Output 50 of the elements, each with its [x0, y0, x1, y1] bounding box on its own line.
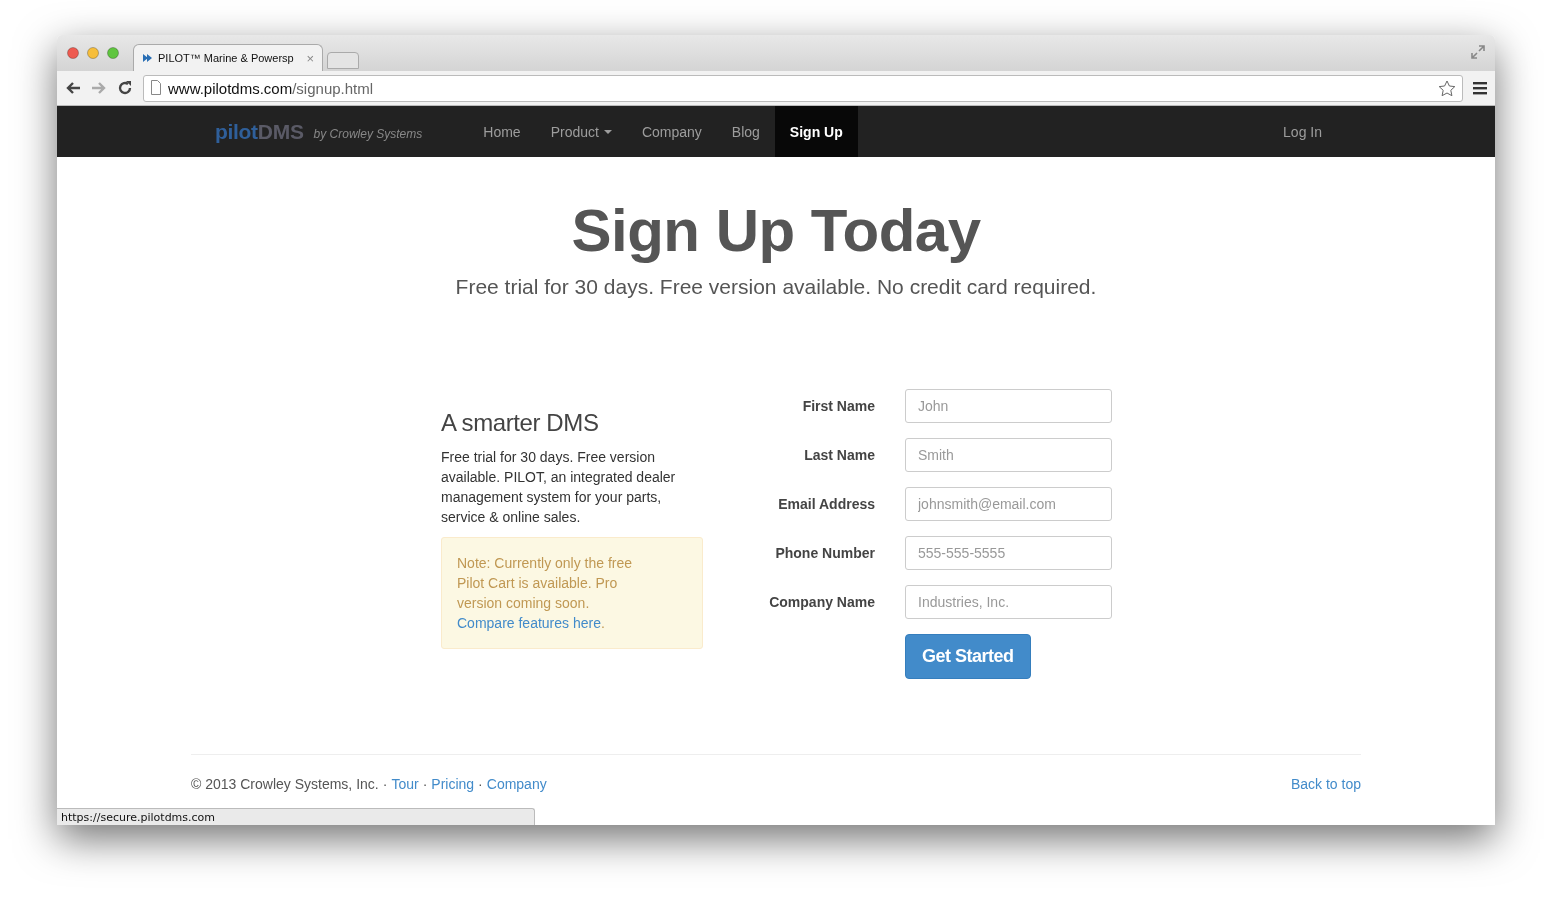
field-label: First Name: [801, 398, 875, 414]
copyright-text: © 2013 Crowley Systems, Inc.: [191, 776, 379, 792]
input-field[interactable]: John: [905, 389, 1112, 423]
menu-icon[interactable]: [1473, 81, 1487, 95]
arrow-logo-icon: [142, 52, 153, 64]
nav-link[interactable]: Company: [626, 106, 717, 157]
minimize-window-button[interactable]: [87, 47, 99, 59]
star-icon[interactable]: [1438, 79, 1456, 97]
input-field[interactable]: Smith: [905, 438, 1112, 472]
tab-close-button[interactable]: ×: [306, 50, 314, 66]
input-field[interactable]: johnsmith@email.com: [905, 487, 1112, 521]
note-text: Note: Currently only the free Pilot Cart is available. Pro version coming soon. Compare features here.: [457, 554, 634, 633]
compare-features-link[interactable]: Compare features here: [457, 615, 601, 631]
separator-dot: ·: [478, 776, 483, 792]
fullscreen-icon[interactable]: [1471, 45, 1485, 59]
new-tab-button[interactable]: [327, 52, 359, 69]
page-title: Sign Up Today: [570, 196, 982, 266]
tab-title: PILOT™ Marine & Powersp: [158, 52, 295, 64]
field-label: Last Name: [803, 447, 875, 463]
footer-link[interactable]: Tour: [391, 776, 419, 792]
logo-tagline: by Crowley Systems: [313, 126, 423, 141]
close-window-button[interactable]: [67, 47, 79, 59]
nav-link[interactable]: Blog: [716, 106, 775, 157]
page-subtitle: Free trial for 30 days. Free version available. No credit card required.: [454, 275, 1098, 299]
page-icon: [150, 80, 162, 96]
input-field[interactable]: Industries, Inc.: [905, 585, 1112, 619]
address-bar[interactable]: www.pilotdms.com/signup.html: [143, 74, 1463, 102]
nav-link[interactable]: Product: [535, 106, 627, 157]
field-label: Company Name: [768, 594, 875, 610]
separator-dot: ·: [422, 776, 428, 792]
input-field[interactable]: 555-555-5555: [905, 536, 1112, 570]
back-arrow-icon[interactable]: [65, 80, 81, 96]
footer-link[interactable]: Company: [486, 776, 547, 792]
intro-paragraph: Free trial for 30 days. Free version available. PILOT, an integrated dealer management system for your parts, service & online sales.: [441, 448, 677, 527]
field-label: Email Address: [777, 496, 875, 512]
nav-link[interactable]: Home: [468, 106, 536, 157]
section-heading: A smarter DMS: [441, 409, 600, 437]
zoom-window-button[interactable]: [107, 47, 119, 59]
nav-link[interactable]: Sign Up: [774, 106, 858, 157]
browser-tab[interactable]: PILOT™ Marine & Powersp ×: [133, 44, 323, 71]
login-link[interactable]: Log In: [1268, 106, 1337, 157]
separator-dot: ·: [382, 776, 388, 792]
field-label: Phone Number: [774, 545, 875, 561]
get-started-button[interactable]: Get Started: [905, 634, 1031, 679]
url-text: www.pilotdms.com/signup.html: [168, 79, 374, 97]
reload-icon[interactable]: [117, 80, 133, 96]
footer-link[interactable]: Pricing: [431, 776, 475, 792]
forward-arrow-icon[interactable]: [91, 80, 107, 96]
back-to-top-link[interactable]: Back to top: [1290, 776, 1361, 792]
status-bar-url: https://secure.pilotdms.com: [57, 808, 535, 825]
